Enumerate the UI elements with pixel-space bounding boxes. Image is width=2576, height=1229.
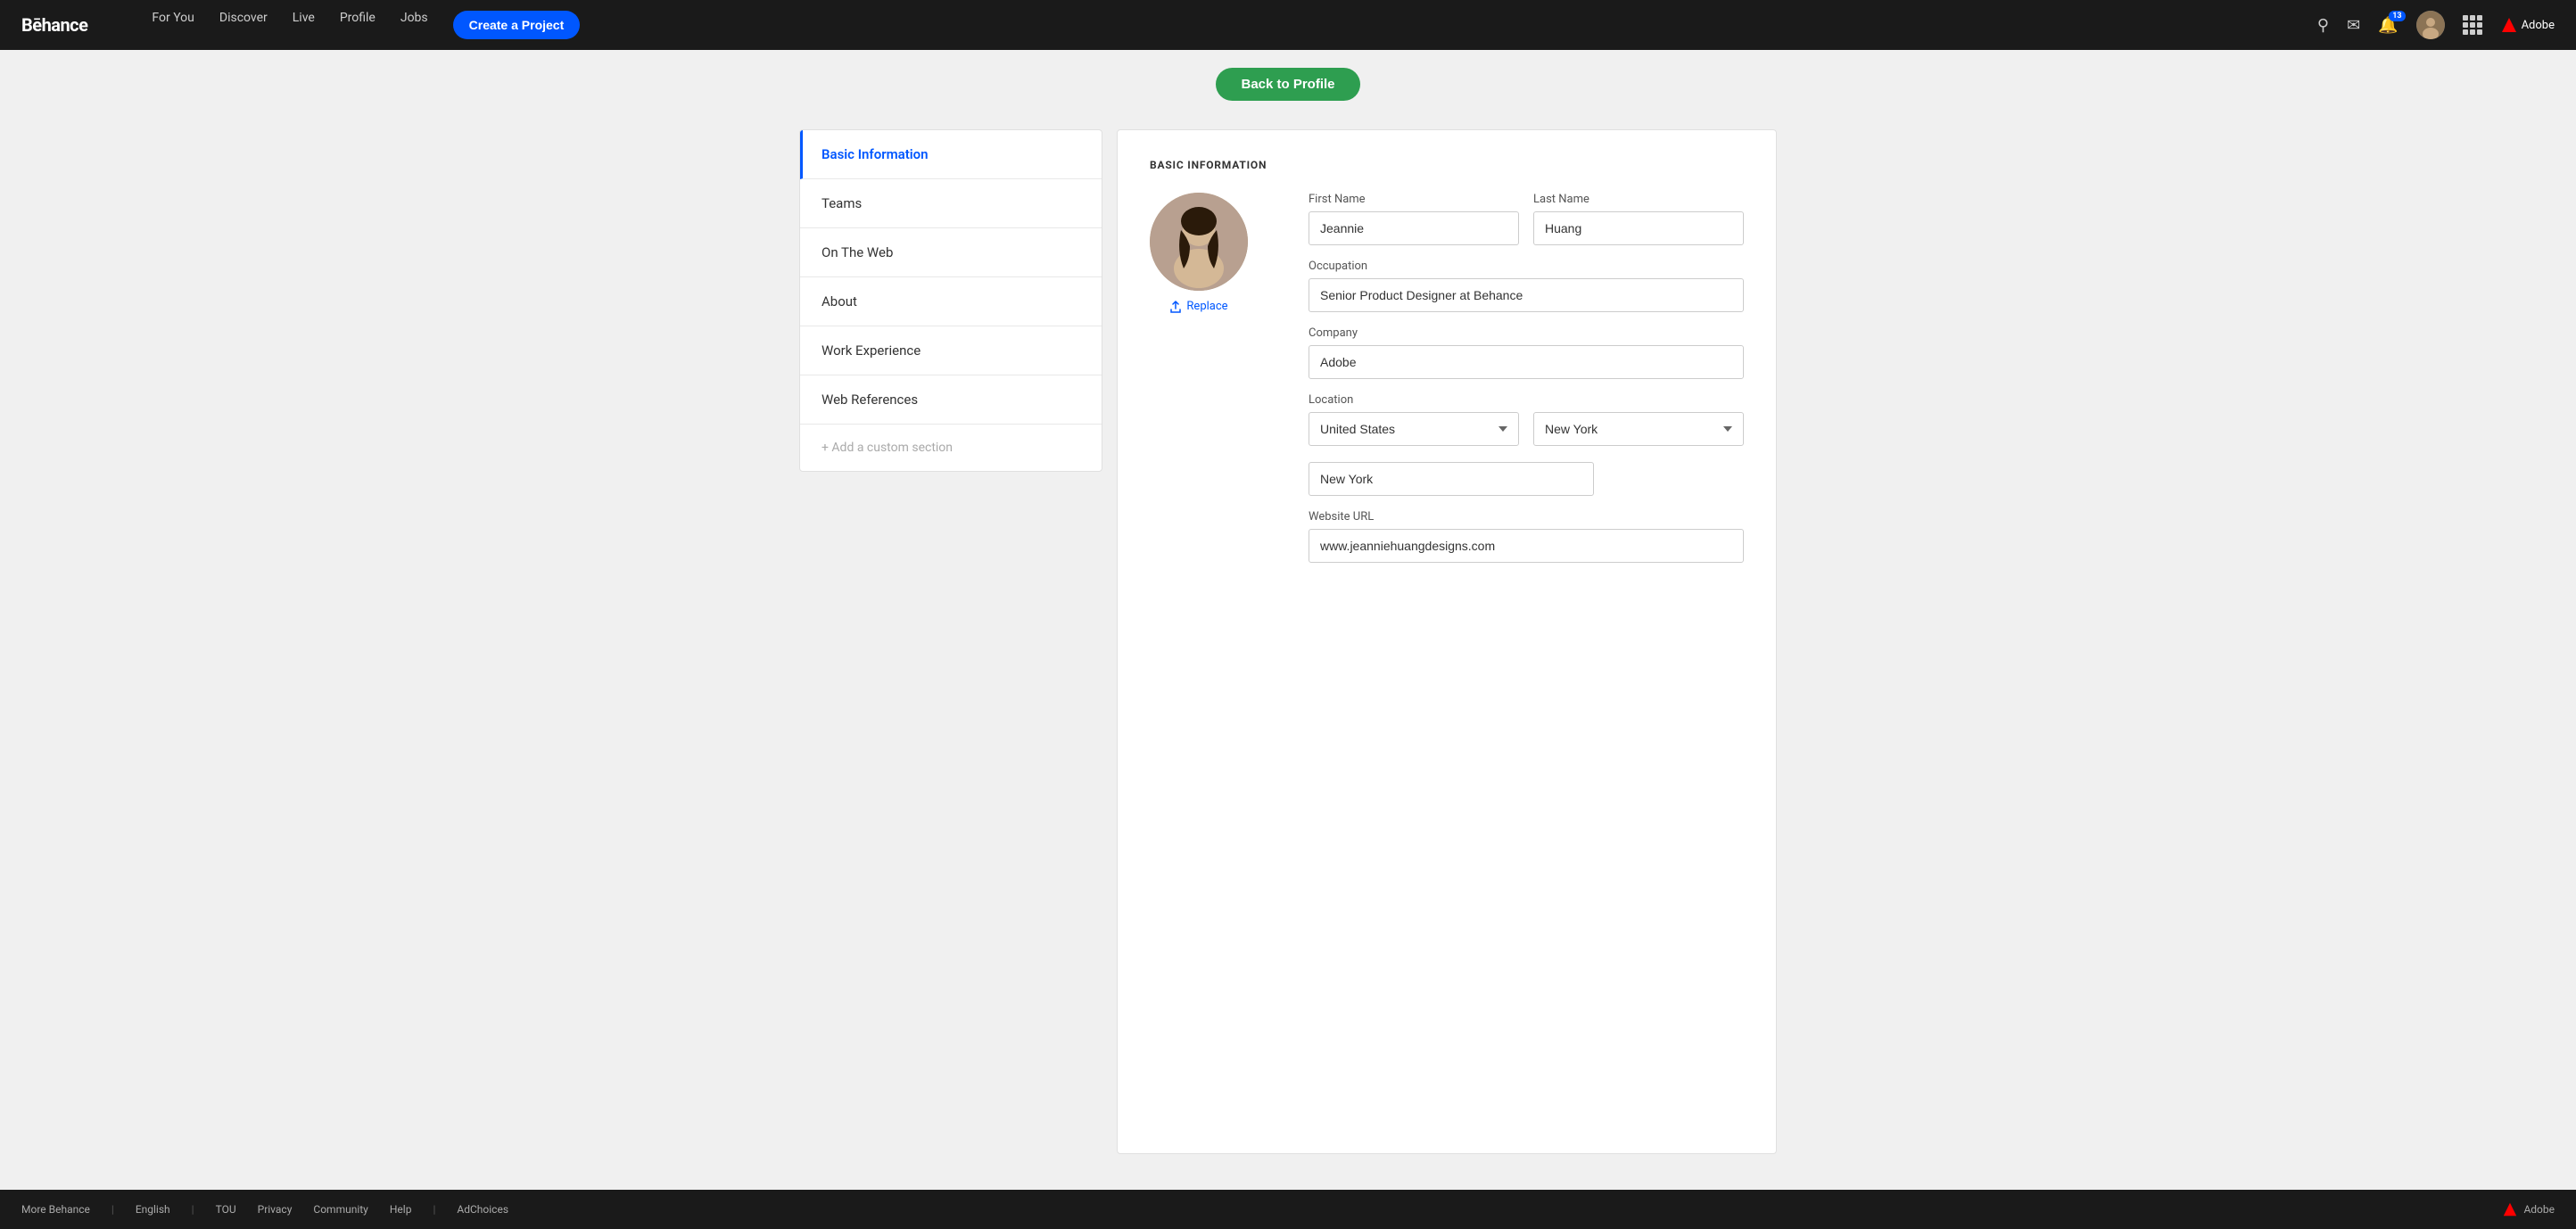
more-behance-button[interactable]: More Behance — [21, 1203, 90, 1216]
notifications-button[interactable]: 🔔 13 — [2378, 16, 2398, 35]
profile-photo-area: Replace — [1150, 193, 1248, 563]
footer-privacy[interactable]: Privacy — [258, 1203, 293, 1216]
location-label: Location — [1309, 393, 1744, 407]
notification-count: 13 — [2389, 11, 2405, 21]
sidebar-item-work-experience[interactable]: Work Experience — [800, 326, 1102, 375]
back-to-profile-button[interactable]: Back to Profile — [1216, 68, 1359, 101]
footer-adobe: Adobe — [2502, 1201, 2555, 1217]
footer-adobe-icon — [2502, 1201, 2518, 1217]
sidebar-item-on-the-web[interactable]: On The Web — [800, 228, 1102, 277]
adobe-logo: Adobe — [2500, 16, 2555, 34]
sidebar: Basic Information Teams On The Web About… — [799, 129, 1102, 472]
sidebar-item-teams[interactable]: Teams — [800, 179, 1102, 228]
company-input[interactable] — [1309, 345, 1744, 379]
search-icon[interactable]: ⚲ — [2317, 16, 2329, 35]
location-dropdowns: United States New York — [1309, 412, 1744, 446]
navbar-right: ⚲ ✉ 🔔 13 Adobe — [2317, 11, 2555, 39]
footer-tou[interactable]: TOU — [216, 1203, 236, 1216]
back-bar: Back to Profile — [0, 50, 2576, 115]
profile-photo-image — [1150, 193, 1248, 291]
country-select[interactable]: United States — [1309, 412, 1519, 446]
sidebar-item-web-references[interactable]: Web References — [800, 375, 1102, 425]
messages-icon[interactable]: ✉ — [2347, 16, 2360, 35]
location-group: Location United States New York — [1309, 393, 1744, 496]
create-project-button[interactable]: Create a Project — [453, 11, 581, 39]
replace-photo-button[interactable]: Replace — [1169, 300, 1227, 313]
language-selector[interactable]: English — [136, 1203, 170, 1216]
nav-live[interactable]: Live — [293, 11, 315, 39]
profile-photo — [1150, 193, 1248, 291]
adobe-icon — [2500, 16, 2518, 34]
last-name-group: Last Name — [1533, 193, 1744, 245]
nav-jobs[interactable]: Jobs — [400, 11, 428, 39]
nav-profile[interactable]: Profile — [340, 11, 376, 39]
navbar: Bēhance For You Discover Live Profile Jo… — [0, 0, 2576, 50]
state-select[interactable]: New York — [1533, 412, 1744, 446]
form-section-title: BASIC INFORMATION — [1150, 159, 1744, 171]
first-name-input[interactable] — [1309, 211, 1519, 245]
company-label: Company — [1309, 326, 1744, 340]
occupation-label: Occupation — [1309, 260, 1744, 273]
sidebar-item-about[interactable]: About — [800, 277, 1102, 326]
footer: More Behance | English | TOU Privacy Com… — [0, 1190, 2576, 1229]
apps-grid-icon[interactable] — [2463, 15, 2482, 35]
website-label: Website URL — [1309, 510, 1744, 524]
avatar[interactable] — [2416, 11, 2445, 39]
first-name-group: First Name — [1309, 193, 1519, 245]
nav-discover[interactable]: Discover — [219, 11, 268, 39]
avatar-image — [2416, 11, 2445, 39]
name-row: First Name Last Name — [1309, 193, 1744, 245]
city-input[interactable] — [1309, 462, 1594, 496]
form-panel: BASIC INFORMATION R — [1117, 129, 1777, 1154]
last-name-input[interactable] — [1533, 211, 1744, 245]
company-group: Company — [1309, 326, 1744, 379]
last-name-label: Last Name — [1533, 193, 1744, 206]
sidebar-item-basic-information[interactable]: Basic Information — [800, 130, 1102, 179]
occupation-input[interactable] — [1309, 278, 1744, 312]
first-name-label: First Name — [1309, 193, 1519, 206]
form-fields: First Name Last Name Occupation Company — [1309, 193, 1744, 563]
occupation-group: Occupation — [1309, 260, 1744, 312]
nav-for-you[interactable]: For You — [152, 11, 194, 39]
nav-menu: For You Discover Live Profile Jobs Creat… — [152, 11, 2288, 39]
upload-icon — [1169, 301, 1182, 313]
footer-community[interactable]: Community — [313, 1203, 367, 1216]
brand-logo[interactable]: Bēhance — [21, 14, 87, 36]
website-input[interactable] — [1309, 529, 1744, 563]
form-body: Replace First Name Last Name — [1150, 193, 1744, 563]
main-content: Basic Information Teams On The Web About… — [0, 115, 2576, 1190]
website-group: Website URL — [1309, 510, 1744, 563]
footer-help[interactable]: Help — [390, 1203, 412, 1216]
add-custom-section-button[interactable]: + Add a custom section — [800, 425, 1102, 471]
footer-ad-choices[interactable]: AdChoices — [457, 1203, 508, 1216]
